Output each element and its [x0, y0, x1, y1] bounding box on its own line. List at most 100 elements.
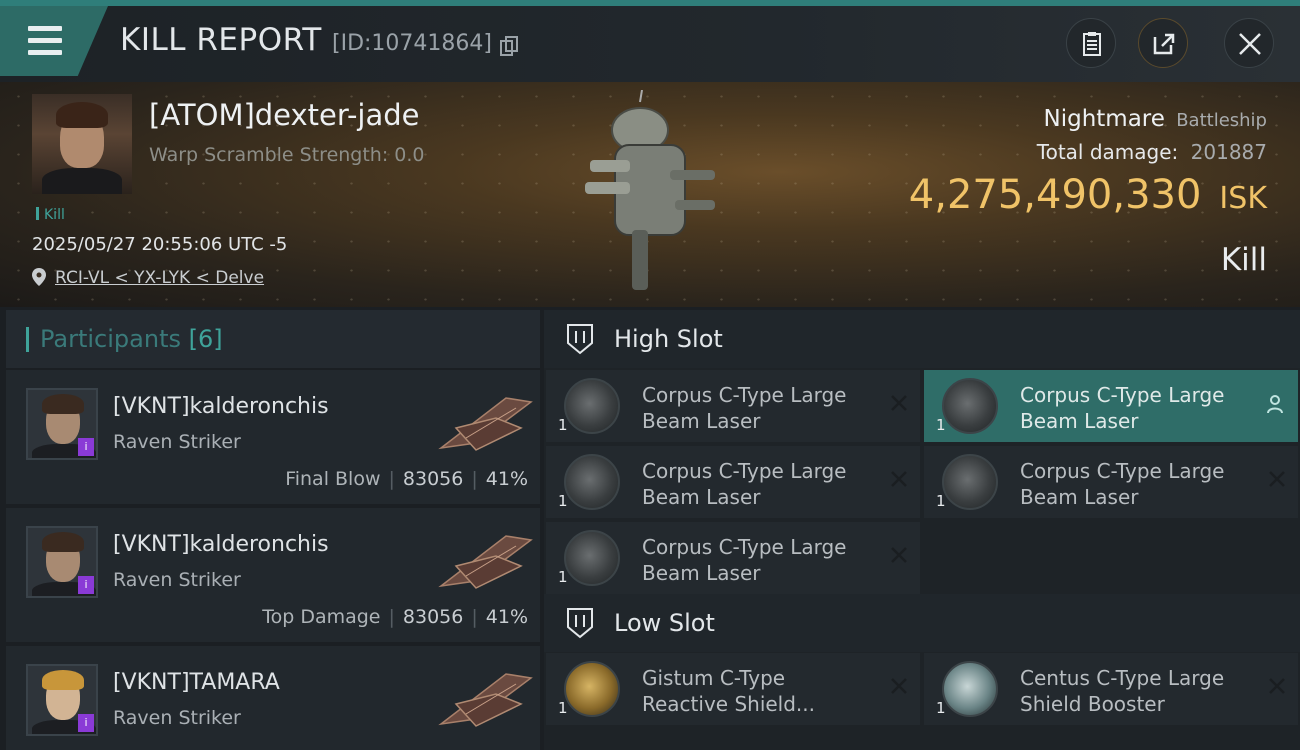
shield-booster-icon — [942, 661, 998, 717]
participant-damage: 83056 — [402, 468, 464, 490]
module-item[interactable]: 1 Centus C-Type Large Shield Booster — [924, 653, 1298, 725]
participants-count: [6] — [188, 325, 223, 353]
module-item[interactable]: 1 Corpus C-Type Large Beam Laser — [546, 446, 920, 518]
kill-datetime: 2025/05/27 20:55:06 UTC -5 — [32, 234, 288, 255]
copy-icon[interactable] — [500, 36, 518, 56]
destroyed-icon — [1269, 471, 1285, 487]
participant-ship-image — [438, 673, 533, 727]
module-name: Corpus C-Type Large Beam Laser — [1020, 459, 1225, 509]
kill-result-label: Kill — [1220, 242, 1267, 278]
module-name: Centus C-Type Large Shield Booster — [1020, 666, 1225, 716]
clipboard-button[interactable] — [1066, 18, 1116, 68]
participant-ship: Raven Striker — [113, 569, 241, 591]
participant-avatar[interactable]: i — [26, 388, 98, 460]
module-quantity: 1 — [558, 699, 568, 717]
module-item[interactable]: 1 Corpus C-Type Large Beam Laser — [546, 522, 920, 594]
participant-name: [VKNT]TAMARA — [113, 670, 280, 695]
kill-tag: Kill — [36, 207, 65, 223]
destroyed-icon — [891, 395, 907, 411]
high-slot-icon — [567, 324, 593, 355]
close-button[interactable] — [1224, 18, 1274, 68]
total-damage-value: 201887 — [1190, 140, 1267, 164]
low-slot-label: Low Slot — [614, 609, 715, 637]
module-quantity: 1 — [936, 699, 946, 717]
participants-label: Participants — [40, 325, 181, 353]
location-pin-icon — [32, 268, 46, 286]
high-slot-header: High Slot — [544, 310, 1300, 368]
participants-header: Participants [6] — [6, 310, 540, 368]
close-icon — [1239, 33, 1261, 55]
module-name: Corpus C-Type Large Beam Laser — [642, 459, 847, 509]
participant-avatar[interactable]: i — [26, 664, 98, 736]
participant-row[interactable]: i [VKNT]kalderonchis Raven Striker Final… — [6, 370, 540, 504]
participant-name: [VKNT]kalderonchis — [113, 532, 329, 557]
ship-class: Battleship — [1176, 110, 1267, 131]
module-item[interactable]: 1 Corpus C-Type Large Beam Laser — [924, 370, 1298, 442]
participant-stats: Final Blow | 83056 | 41% — [285, 468, 528, 490]
module-item[interactable]: 1 Corpus C-Type Large Beam Laser — [924, 446, 1298, 518]
share-icon — [1153, 33, 1175, 55]
location-link[interactable]: RCI-VL < YX-LYK < Delve — [55, 268, 264, 288]
module-name: Corpus C-Type Large Beam Laser — [642, 535, 847, 585]
ship-name-text: Nightmare — [1043, 106, 1165, 132]
info-badge: i — [78, 714, 94, 732]
destroyed-icon — [1269, 678, 1285, 694]
isk-value-row: 4,275,490,330 ISK — [909, 172, 1267, 218]
participant-ship-image — [438, 535, 533, 589]
module-item[interactable]: 1 Corpus C-Type Large Beam Laser — [546, 370, 920, 442]
beam-laser-icon — [564, 454, 620, 510]
header-accent-line — [0, 0, 1300, 6]
participant-percent: 41% — [485, 606, 528, 628]
participant-row[interactable]: i [VKNT]TAMARA Raven Striker — [6, 646, 540, 750]
participant-ship: Raven Striker — [113, 431, 241, 453]
beam-laser-icon — [942, 454, 998, 510]
info-badge: i — [78, 576, 94, 594]
isk-unit: ISK — [1219, 181, 1267, 216]
destroyed-icon — [891, 471, 907, 487]
page-title: KILL REPORT — [120, 22, 322, 58]
participant-stats: Top Damage | 83056 | 41% — [262, 606, 528, 628]
menu-button[interactable] — [0, 6, 108, 76]
participants-panel: Participants [6] i [VKNT]kalderonchis Ra… — [0, 310, 542, 750]
module-quantity: 1 — [558, 568, 568, 586]
high-slot-label: High Slot — [614, 325, 723, 353]
low-slot-header: Low Slot — [544, 594, 1300, 652]
participant-role: Final Blow — [285, 468, 381, 490]
shield-icon — [564, 661, 620, 717]
participant-avatar[interactable]: i — [26, 526, 98, 598]
module-item[interactable]: 1 Gistum C-Type Reactive Shield... — [546, 653, 920, 725]
low-slot-icon — [567, 608, 593, 639]
share-button[interactable] — [1138, 18, 1188, 68]
participant-ship: Raven Striker — [113, 707, 241, 729]
module-quantity: 1 — [558, 416, 568, 434]
module-name: Corpus C-Type Large Beam Laser — [642, 383, 847, 433]
module-quantity: 1 — [936, 492, 946, 510]
module-quantity: 1 — [558, 492, 568, 510]
victim-name[interactable]: [ATOM]dexter-jade — [149, 98, 420, 132]
kill-report-screen: KILL REPORT [ID:10741864] [ATOM]dexter-j… — [0, 0, 1300, 750]
total-damage: Total damage: 201887 — [1037, 140, 1267, 164]
kill-id: [ID:10741864] — [332, 31, 492, 56]
isk-value: 4,275,490,330 — [908, 172, 1202, 218]
participant-percent: 41% — [485, 468, 528, 490]
module-name: Corpus C-Type Large Beam Laser — [1020, 383, 1225, 433]
beam-laser-icon — [564, 378, 620, 434]
info-badge: i — [78, 438, 94, 456]
victim-avatar[interactable] — [32, 94, 132, 194]
participants-title: Participants [6] — [40, 325, 223, 353]
destroyed-icon — [891, 678, 907, 694]
module-name: Gistum C-Type Reactive Shield... — [642, 666, 816, 716]
ship-name: Nightmare Battleship — [1044, 106, 1268, 132]
header-bar: KILL REPORT [ID:10741864] — [0, 0, 1300, 82]
beam-laser-icon — [564, 530, 620, 586]
participant-name: [VKNT]kalderonchis — [113, 394, 329, 419]
beam-laser-icon — [942, 378, 998, 434]
participant-damage: 83056 — [402, 606, 464, 628]
clipboard-icon — [1083, 32, 1101, 56]
participant-row[interactable]: i [VKNT]kalderonchis Raven Striker Top D… — [6, 508, 540, 642]
module-quantity: 1 — [936, 416, 946, 434]
destroyed-icon — [891, 547, 907, 563]
total-damage-label: Total damage: — [1036, 140, 1179, 164]
victim-ship-image — [585, 90, 715, 290]
victim-banner: [ATOM]dexter-jade Warp Scramble Strength… — [0, 82, 1300, 307]
